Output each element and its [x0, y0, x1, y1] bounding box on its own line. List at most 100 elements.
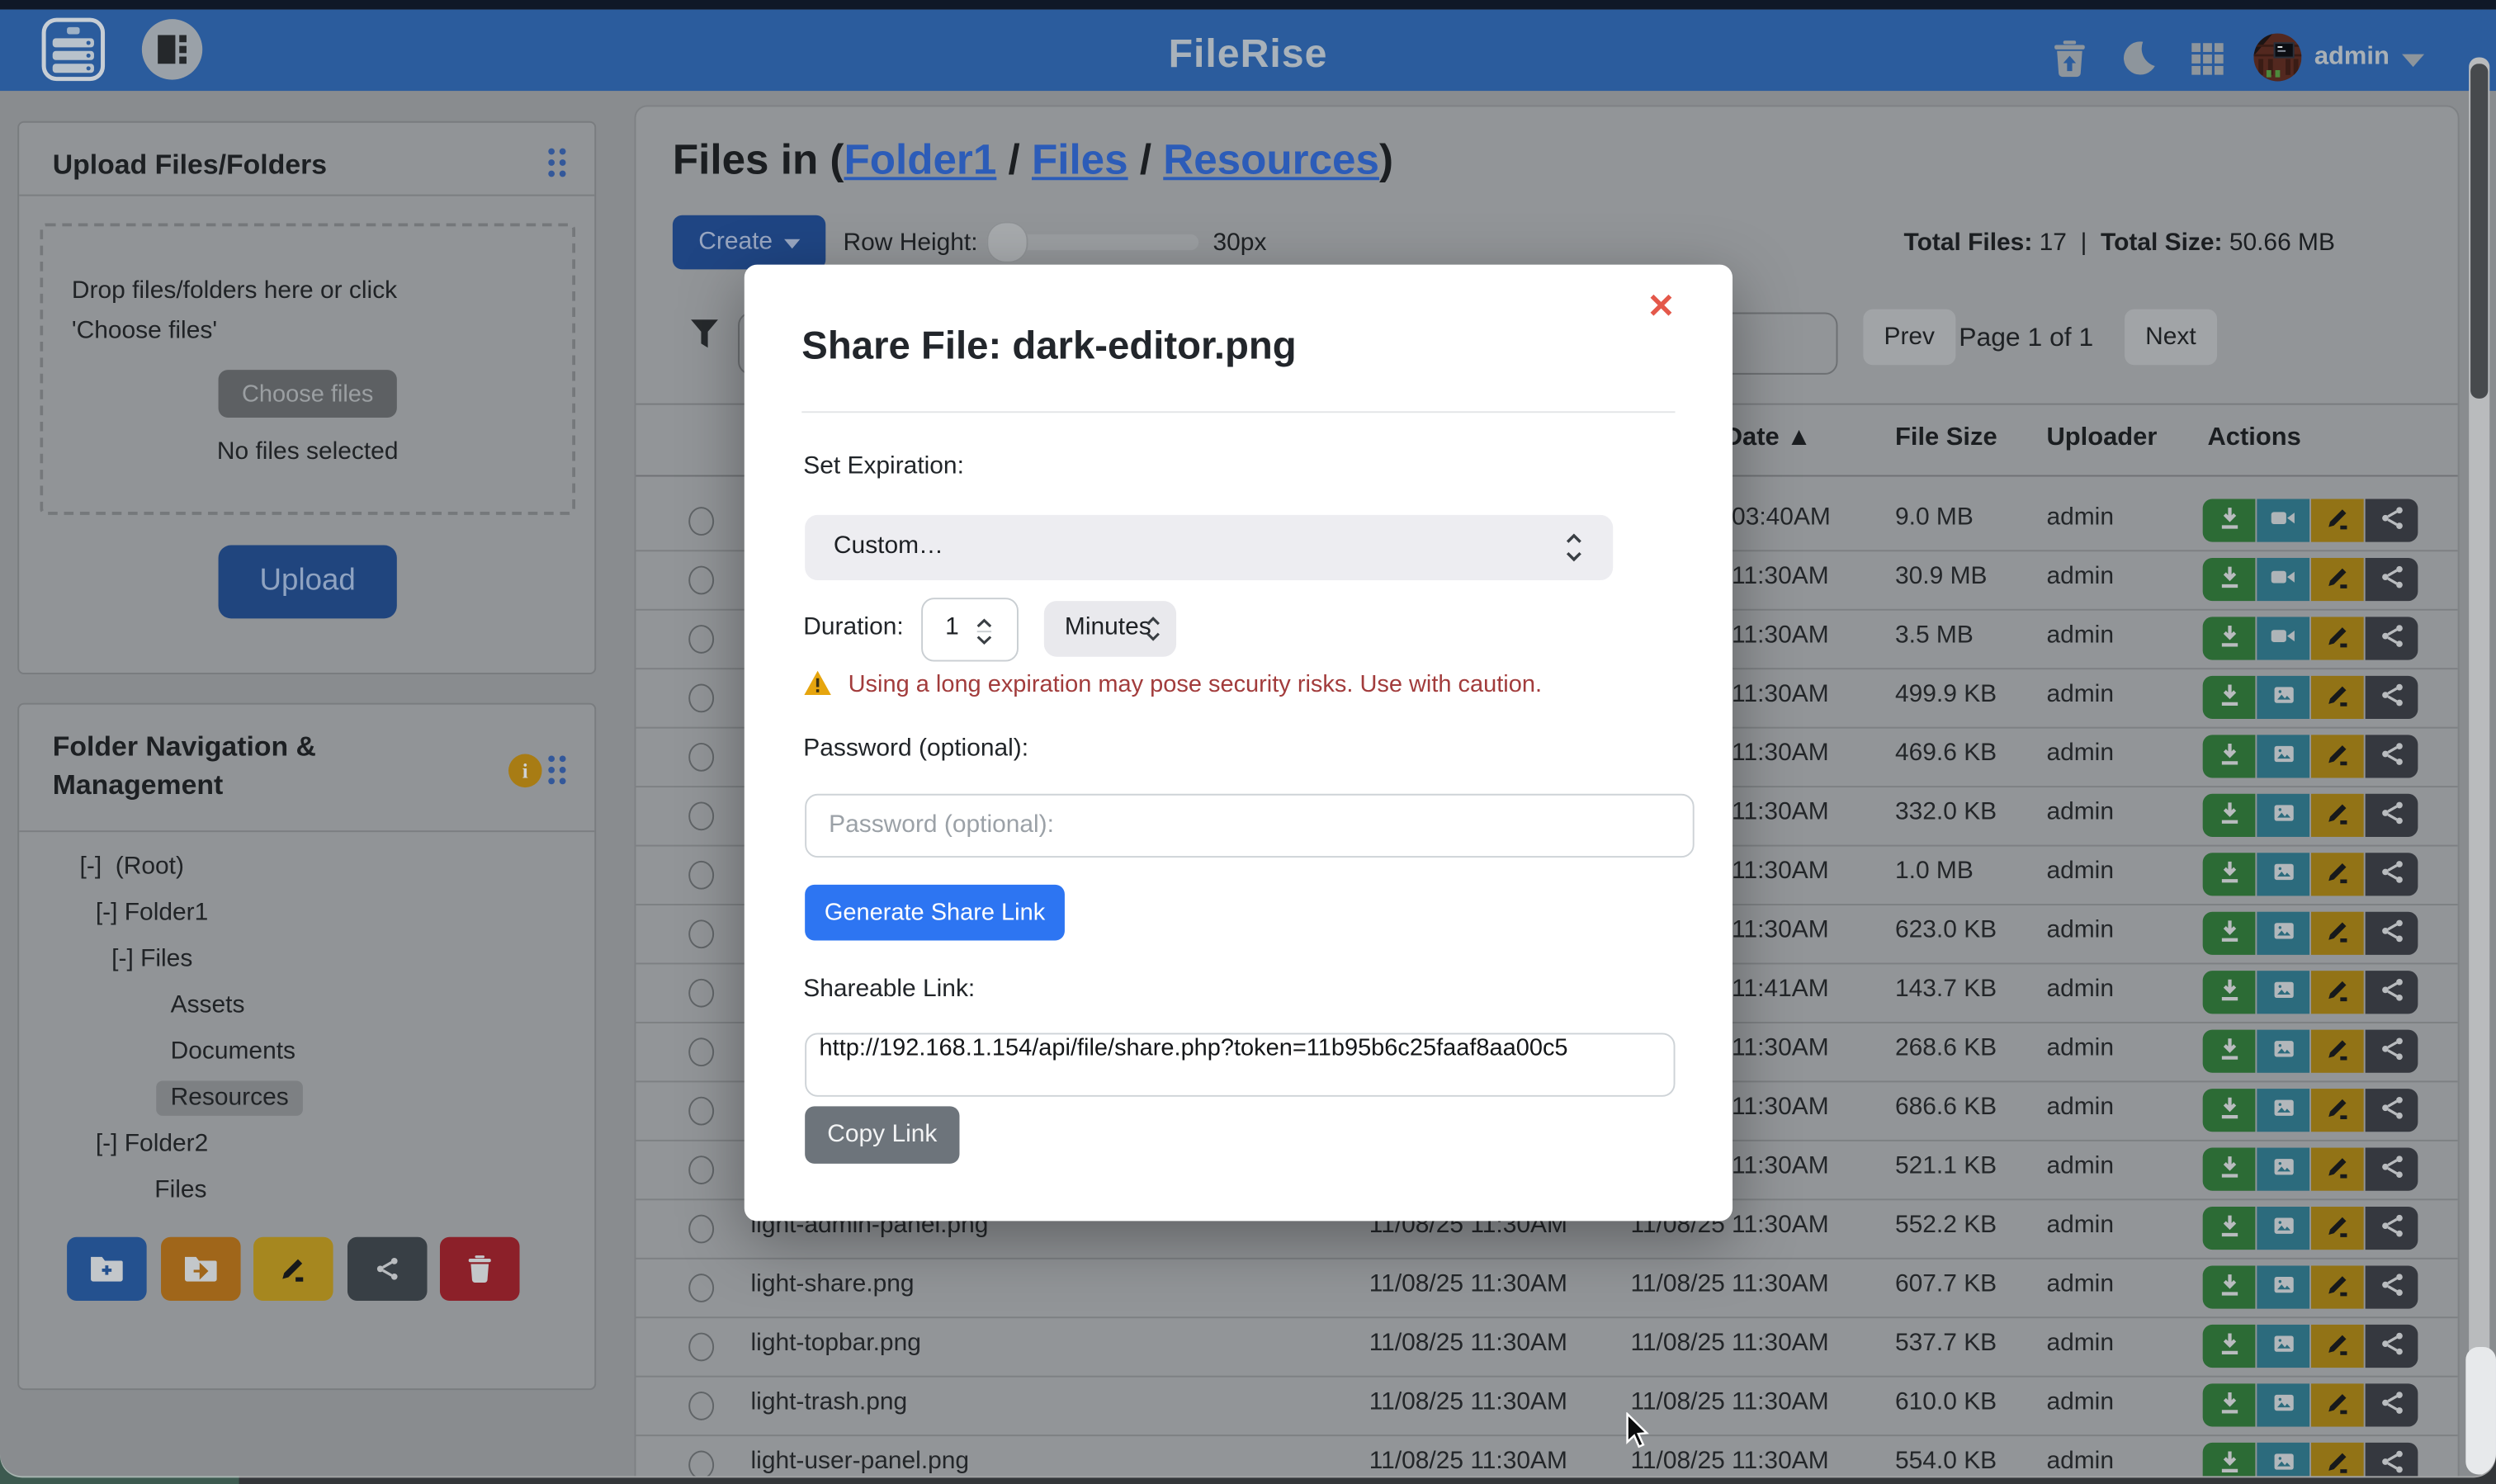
rename-button[interactable] — [2311, 617, 2364, 659]
folder-tree-item[interactable]: Resources — [156, 1080, 303, 1115]
preview-image-button[interactable] — [2257, 1265, 2309, 1308]
share-link-input[interactable]: http://192.168.1.154/api/file/share.php?… — [805, 1033, 1675, 1097]
row-checkbox[interactable] — [688, 625, 714, 654]
row-checkbox[interactable] — [688, 919, 714, 948]
rename-button[interactable] — [2311, 1325, 2364, 1368]
row-height-slider-thumb[interactable] — [986, 221, 1028, 262]
prev-page-button[interactable]: Prev — [1863, 310, 1955, 366]
rename-button[interactable] — [2311, 853, 2364, 896]
close-icon[interactable]: ✕ — [1638, 286, 1685, 328]
share-button[interactable] — [2366, 1383, 2418, 1426]
row-checkbox[interactable] — [688, 1392, 714, 1420]
file-name[interactable]: light-share.png — [751, 1270, 915, 1299]
upload-button[interactable]: Upload — [219, 546, 397, 619]
preview-image-button[interactable] — [2257, 853, 2309, 896]
rename-button[interactable] — [2311, 735, 2364, 777]
share-button[interactable] — [2366, 1207, 2418, 1250]
download-button[interactable] — [2203, 794, 2256, 837]
copy-link-button[interactable]: Copy Link — [805, 1106, 959, 1164]
scrollbar-track-light[interactable] — [2465, 1347, 2496, 1475]
download-button[interactable] — [2203, 971, 2256, 1014]
preview-image-button[interactable] — [2257, 1383, 2309, 1426]
duration-input[interactable]: 1 — [921, 598, 1019, 661]
filter-icon[interactable] — [690, 319, 719, 358]
download-button[interactable] — [2203, 1265, 2256, 1308]
rename-button[interactable] — [2311, 1207, 2364, 1250]
preview-image-button[interactable] — [2257, 735, 2309, 777]
rename-button[interactable] — [2311, 912, 2364, 955]
download-button[interactable] — [2203, 499, 2256, 542]
preview-image-button[interactable] — [2257, 676, 2309, 719]
trash-restore-icon[interactable] — [2053, 40, 2087, 86]
file-name[interactable]: light-topbar.png — [751, 1330, 921, 1359]
row-checkbox[interactable] — [688, 1215, 714, 1244]
download-button[interactable] — [2203, 1443, 2256, 1477]
preview-image-button[interactable] — [2257, 1089, 2309, 1132]
share-button[interactable] — [2366, 853, 2418, 896]
share-button[interactable] — [2366, 1443, 2418, 1477]
folder-tree-item[interactable]: [-] Folder1 — [96, 899, 208, 928]
share-button[interactable] — [2366, 735, 2418, 777]
preview-image-button[interactable] — [2257, 912, 2309, 955]
download-button[interactable] — [2203, 617, 2256, 659]
download-button[interactable] — [2203, 676, 2256, 719]
rename-button[interactable] — [2311, 676, 2364, 719]
move-folder-button[interactable] — [160, 1237, 240, 1301]
download-button[interactable] — [2203, 912, 2256, 955]
share-button[interactable] — [2366, 1325, 2418, 1368]
breadcrumb-folder1[interactable]: Folder1 — [844, 135, 996, 183]
preview-video-button[interactable] — [2257, 558, 2309, 601]
share-button[interactable] — [2366, 676, 2418, 719]
preview-video-button[interactable] — [2257, 499, 2309, 542]
user-menu-label[interactable]: admin — [2314, 43, 2390, 72]
row-checkbox[interactable] — [688, 1451, 714, 1477]
share-button[interactable] — [2366, 912, 2418, 955]
row-checkbox[interactable] — [688, 801, 714, 830]
share-button[interactable] — [2366, 971, 2418, 1014]
row-checkbox[interactable] — [688, 979, 714, 1008]
breadcrumb-resources[interactable]: Resources — [1163, 135, 1379, 183]
create-folder-button[interactable] — [67, 1237, 147, 1301]
folder-tree-item[interactable]: [-] Files — [111, 945, 192, 974]
share-button[interactable] — [2366, 1265, 2418, 1308]
rename-button[interactable] — [2311, 1030, 2364, 1073]
rename-folder-button[interactable] — [253, 1237, 333, 1301]
password-input[interactable] — [805, 794, 1695, 858]
share-button[interactable] — [2366, 1089, 2418, 1132]
share-button[interactable] — [2366, 1030, 2418, 1073]
delete-folder-button[interactable] — [440, 1237, 520, 1301]
preview-image-button[interactable] — [2257, 971, 2309, 1014]
rename-button[interactable] — [2311, 558, 2364, 601]
download-button[interactable] — [2203, 1383, 2256, 1426]
share-button[interactable] — [2366, 1148, 2418, 1191]
download-button[interactable] — [2203, 1148, 2256, 1191]
scrollbar-thumb[interactable] — [2470, 64, 2488, 399]
generate-share-link-button[interactable]: Generate Share Link — [805, 885, 1065, 941]
rename-button[interactable] — [2311, 1148, 2364, 1191]
rename-button[interactable] — [2311, 1383, 2364, 1426]
preview-image-button[interactable] — [2257, 1030, 2309, 1073]
duration-unit-select[interactable]: Minutes — [1044, 601, 1176, 657]
column-uploader[interactable]: Uploader — [2046, 424, 2157, 453]
apps-grid-icon[interactable] — [2191, 43, 2224, 83]
share-button[interactable] — [2366, 794, 2418, 837]
download-button[interactable] — [2203, 1207, 2256, 1250]
folder-tree-item[interactable]: [-] (Root) — [80, 853, 184, 881]
download-button[interactable] — [2203, 853, 2256, 896]
create-button[interactable]: Create — [673, 215, 825, 270]
file-name[interactable]: light-trash.png — [751, 1388, 908, 1417]
download-button[interactable] — [2203, 558, 2256, 601]
row-checkbox[interactable] — [688, 566, 714, 595]
drag-handle-icon[interactable] — [548, 755, 569, 787]
info-icon[interactable]: i — [508, 754, 542, 788]
preview-video-button[interactable] — [2257, 617, 2309, 659]
preview-image-button[interactable] — [2257, 1325, 2309, 1368]
preview-image-button[interactable] — [2257, 1443, 2309, 1477]
dark-mode-moon-icon[interactable] — [2121, 40, 2156, 84]
folder-tree-item[interactable]: [-] Folder2 — [96, 1130, 208, 1159]
row-checkbox[interactable] — [688, 861, 714, 890]
drop-zone[interactable]: Drop files/folders here or click'Choose … — [40, 223, 575, 514]
download-button[interactable] — [2203, 1089, 2256, 1132]
download-button[interactable] — [2203, 1030, 2256, 1073]
rename-button[interactable] — [2311, 794, 2364, 837]
